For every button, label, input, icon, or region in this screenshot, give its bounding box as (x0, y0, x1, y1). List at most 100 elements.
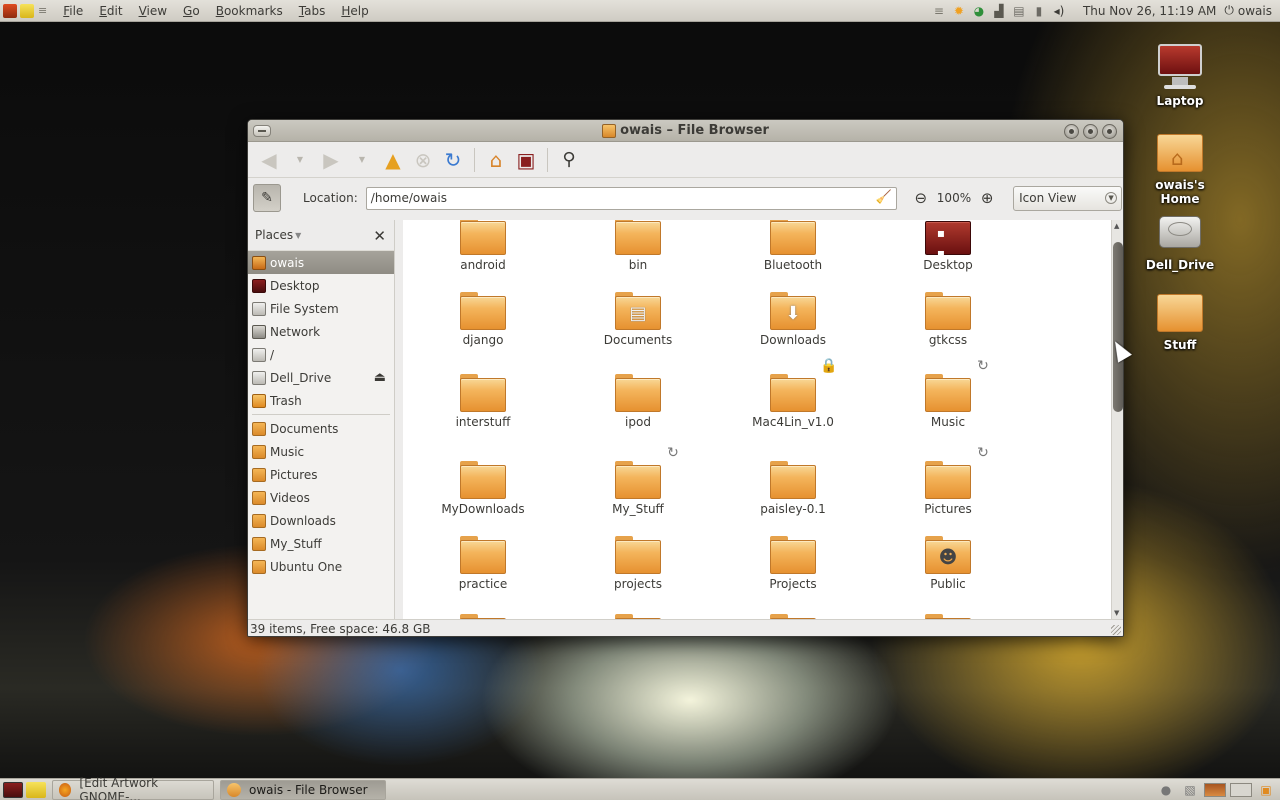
folder-icon (770, 461, 816, 499)
sidebar-item-trash[interactable]: Trash (248, 389, 394, 412)
file-item[interactable]: 🔒 Mac4Lin_v1.0 (718, 358, 868, 429)
file-item[interactable]: ↻ Pictures (873, 445, 1023, 516)
taskbar-button[interactable]: [Edit Artwork GNOME-... (52, 776, 214, 800)
forward-arrow-icon[interactable]: ▶ (316, 145, 346, 175)
sidebar-item-videos[interactable]: Videos (248, 486, 394, 509)
computer-icon[interactable]: ▣ (511, 145, 541, 175)
menu-bookmarks[interactable]: Bookmarks (208, 4, 291, 18)
file-item[interactable]: interstuff (408, 374, 558, 429)
file-item[interactable]: paisley-0.1 (718, 461, 868, 516)
zoom-in-icon[interactable]: ⊕ (975, 186, 999, 210)
desktop-icon-laptop[interactable]: Laptop (1135, 44, 1225, 108)
chrome-icon[interactable]: ◕ (971, 3, 987, 19)
sidebar-divider (252, 414, 390, 415)
window-titlebar[interactable]: owais – File Browser (248, 120, 1123, 142)
window-picker-icon[interactable]: ▧ (1182, 782, 1198, 798)
sidebar-item-my-stuff[interactable]: My_Stuff (248, 532, 394, 555)
file-item[interactable]: bin (563, 220, 713, 272)
file-item[interactable]: projects (563, 536, 713, 591)
vertical-scrollbar[interactable]: ▲ ▼ (1111, 220, 1123, 619)
menu-help[interactable]: Help (333, 4, 376, 18)
search-icon[interactable]: ⚲ (554, 145, 584, 175)
back-arrow-icon[interactable]: ◀ (254, 145, 284, 175)
drive-icon (252, 347, 266, 362)
sidebar-item-music[interactable]: Music (248, 440, 394, 463)
workspace-2[interactable] (1230, 782, 1252, 797)
clock[interactable]: Thu Nov 26, 11:19 AM (1083, 4, 1216, 18)
minimize-button[interactable] (1064, 124, 1079, 139)
menu-file[interactable]: File (55, 4, 91, 18)
file-item[interactable]: android (408, 220, 558, 272)
zoom-level[interactable]: 100% (937, 191, 971, 205)
clear-broom-icon[interactable]: 🧹 (876, 190, 892, 205)
sidebar-item-ubuntu-one[interactable]: Ubuntu One (248, 555, 394, 578)
file-item[interactable]: practice (408, 536, 558, 591)
file-item[interactable]: Bluetooth (718, 220, 868, 272)
battery-icon[interactable]: ▮ (1031, 3, 1047, 19)
home-icon[interactable]: ⌂ (481, 145, 511, 175)
notes-icon[interactable] (26, 781, 46, 798)
desktop-icon-stuff[interactable]: Stuff (1135, 288, 1225, 352)
file-item[interactable]: ▤ Documents (563, 292, 713, 347)
edit-location-toggle[interactable]: ✎ (253, 184, 281, 212)
app-menu-icon[interactable] (3, 3, 17, 18)
maximize-button[interactable] (1083, 124, 1098, 139)
file-item[interactable]: ⬇ Downloads (718, 292, 868, 347)
menu-tabs[interactable]: Tabs (291, 4, 334, 18)
sidebar-item-owais[interactable]: owais (248, 251, 394, 274)
back-history-icon[interactable]: ▼ (284, 145, 316, 175)
taskbar-button[interactable]: owais - File Browser (220, 779, 386, 800)
menu-edit[interactable]: Edit (91, 4, 130, 18)
file-icon-view[interactable]: android bin Bluetooth ▪ ▪ Desktop django ▤ Docum… (403, 220, 1111, 619)
sidebar-item-network[interactable]: Network (248, 320, 394, 343)
sidebar-item-pictures[interactable]: Pictures (248, 463, 394, 486)
clipboard-icon[interactable]: ▤ (1011, 3, 1027, 19)
forward-history-icon[interactable]: ▼ (346, 145, 378, 175)
location-input[interactable]: /home/owais 🧹 (365, 186, 897, 210)
documents-folder-icon: ▤ (615, 292, 661, 330)
sidebar-item-downloads[interactable]: Downloads (248, 509, 394, 532)
sidebar-item-dell-drive[interactable]: Dell_Drive ⏏ (248, 366, 394, 389)
sidebar-item-desktop[interactable]: Desktop (248, 274, 394, 297)
file-item[interactable]: ↻ Music (873, 358, 1023, 429)
user-menu[interactable]: ⏻ owais (1224, 3, 1272, 18)
resize-grip-icon[interactable] (1111, 625, 1121, 635)
file-item[interactable]: ipod (563, 374, 713, 429)
reload-icon[interactable]: ↻ (438, 145, 468, 175)
trash-icon[interactable]: ▣ (1258, 782, 1274, 798)
sidebar-item-documents[interactable]: Documents (248, 417, 394, 440)
sidebar-item-file-system[interactable]: File System (248, 297, 394, 320)
show-desktop-icon[interactable] (3, 781, 23, 798)
notes-icon[interactable] (20, 3, 34, 18)
menu-go[interactable]: Go (175, 4, 208, 18)
scrollbar-thumb[interactable] (1113, 242, 1123, 412)
menu-view[interactable]: View (131, 4, 175, 18)
network-signal-icon[interactable]: ▟ (991, 3, 1007, 19)
weather-sun-icon[interactable]: ✹ (951, 3, 967, 19)
scroll-down-icon[interactable]: ▼ (1114, 609, 1119, 617)
symlink-emblem-icon: ↻ (667, 445, 679, 461)
scroll-up-icon[interactable]: ▲ (1114, 222, 1119, 230)
eject-icon[interactable]: ⏏ (374, 370, 386, 385)
sidebar-header[interactable]: Places ▼ ✕ (248, 220, 394, 251)
desktop-icon-dell-drive[interactable]: Dell_Drive (1135, 208, 1225, 272)
file-item[interactable]: ☻ Public (873, 536, 1023, 591)
close-sidebar-icon[interactable]: ✕ (373, 227, 386, 245)
view-mode-select[interactable]: Icon View ▼ (1013, 185, 1123, 211)
workspace-1[interactable] (1204, 782, 1226, 797)
sidebar-item-root[interactable]: / (248, 343, 394, 366)
desktop-icon-home[interactable]: ⌂ owais's Home (1135, 128, 1225, 206)
file-item[interactable]: Projects (718, 536, 868, 591)
zoom-out-icon[interactable]: ⊖ (909, 186, 933, 210)
file-item[interactable]: django (408, 292, 558, 347)
close-button[interactable] (1102, 124, 1117, 139)
window-menu-button[interactable] (253, 125, 271, 137)
file-item[interactable]: ↻ My_Stuff (563, 445, 713, 516)
up-arrow-icon[interactable]: ▲ (378, 145, 408, 175)
file-item[interactable]: MyDownloads (408, 461, 558, 516)
file-item[interactable]: gtkcss (873, 292, 1023, 347)
file-item[interactable]: ▪ ▪ Desktop (873, 220, 1023, 272)
applet-icon[interactable]: ● (1158, 782, 1174, 798)
stop-icon[interactable]: ⊗ (408, 145, 438, 175)
volume-icon[interactable]: ◂) (1051, 3, 1067, 19)
